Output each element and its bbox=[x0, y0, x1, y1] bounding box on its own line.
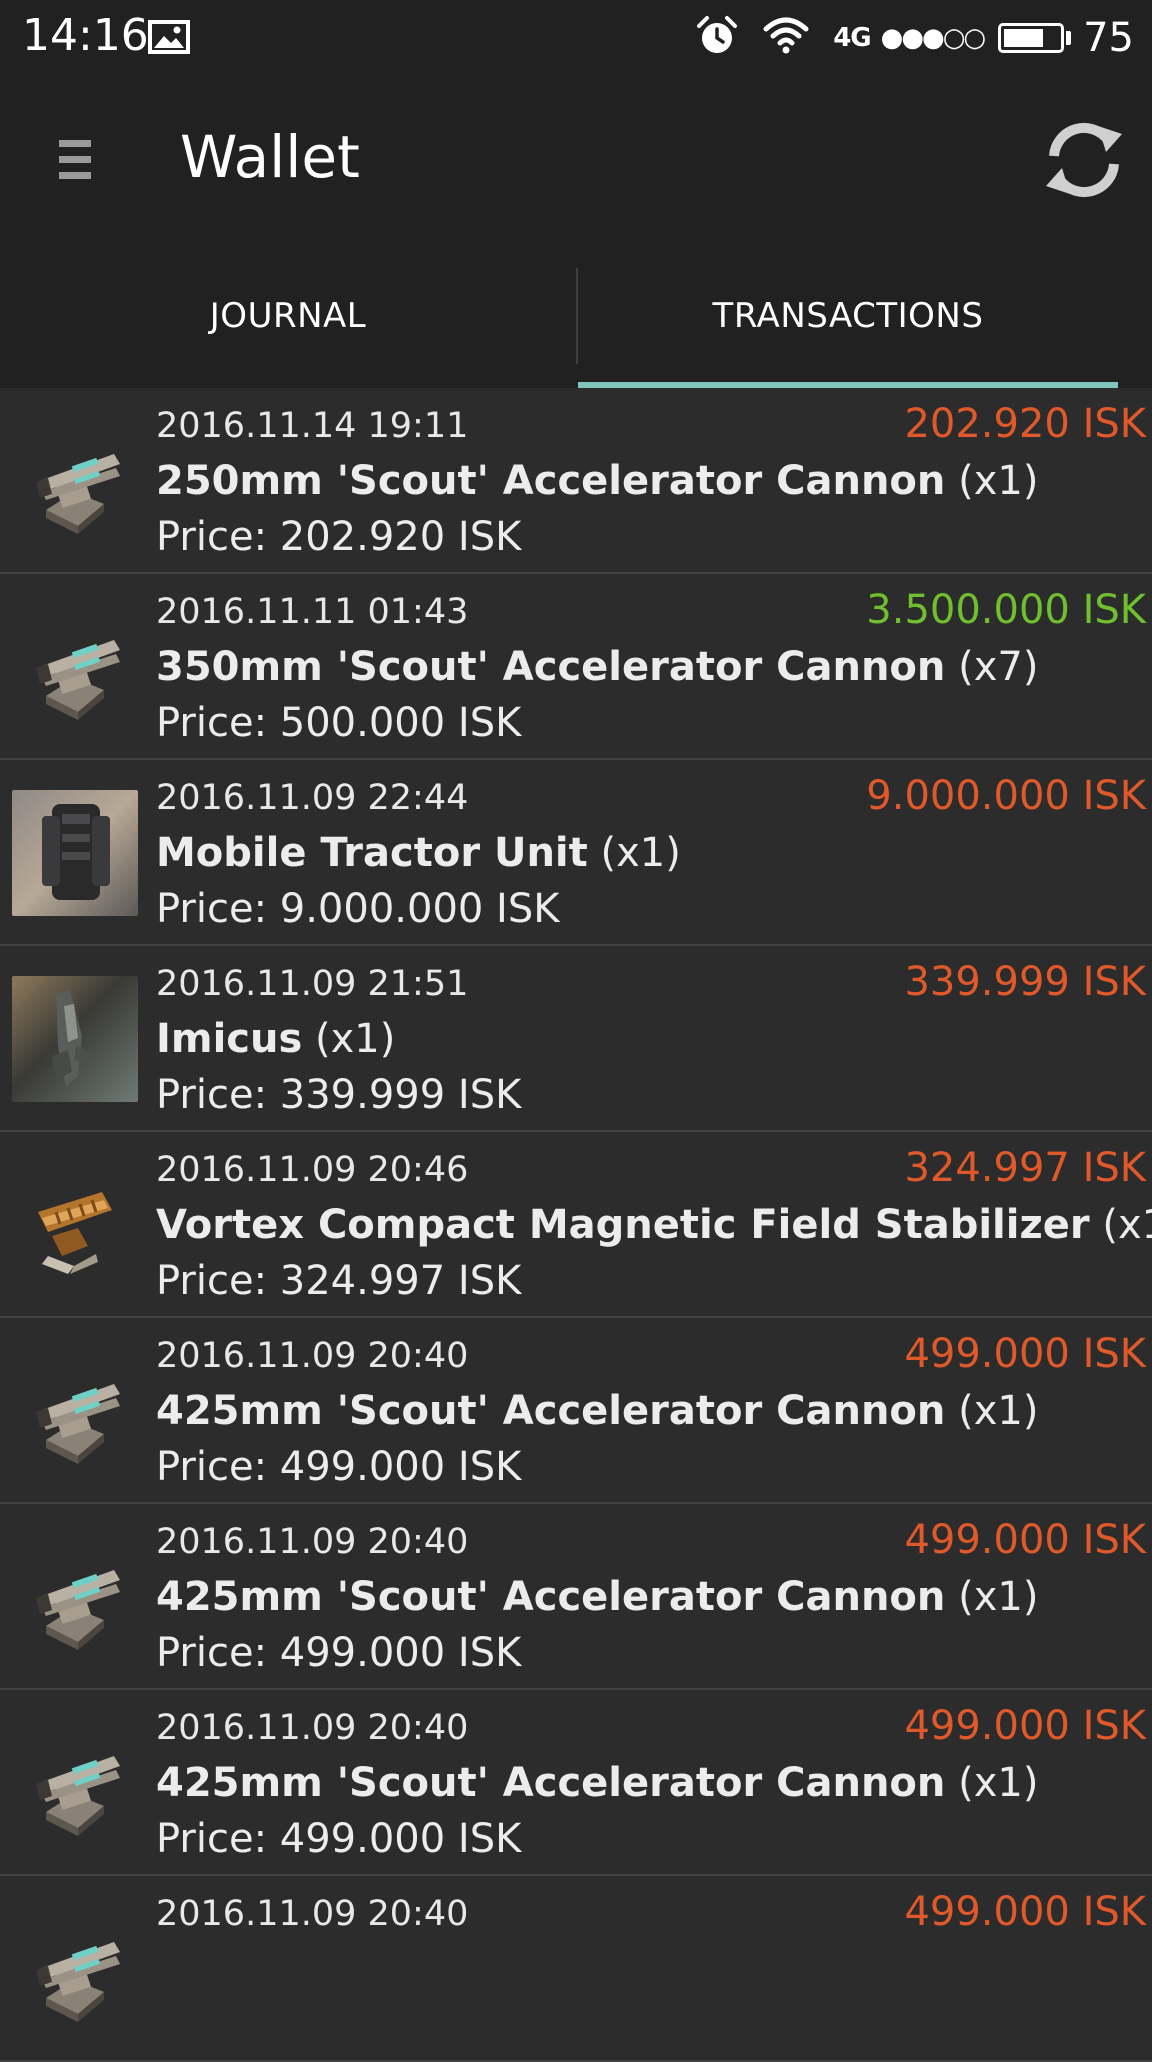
transaction-item: 425mm 'Scout' Accelerator Cannon (x1) bbox=[156, 1572, 1038, 1622]
cannon-turret-icon bbox=[12, 1720, 138, 1846]
transaction-quantity: (x7) bbox=[958, 644, 1039, 690]
transaction-row[interactable]: 2016.11.11 01:43 3.500.000 ISK 350mm 'Scou… bbox=[0, 574, 1152, 760]
transaction-item: Imicus (x1) bbox=[156, 1014, 395, 1064]
status-time: 14:16 bbox=[22, 10, 149, 61]
transaction-amount: 499.000 ISK bbox=[904, 1517, 1146, 1563]
transaction-row[interactable]: 2016.11.09 20:40 499.000 ISK 425mm 'Scout'… bbox=[0, 1690, 1152, 1876]
transaction-row[interactable]: 2016.11.09 20:40 499.000 ISK 425mm 'Scout'… bbox=[0, 1504, 1152, 1690]
transaction-row[interactable]: 2016.11.09 20:40 499.000 ISK 425mm 'Scout'… bbox=[0, 1318, 1152, 1504]
transaction-unit-price: Price: 499.000 ISK bbox=[156, 1816, 522, 1862]
tab-journal[interactable]: JOURNAL bbox=[0, 244, 576, 388]
transaction-amount: 339.999 ISK bbox=[904, 959, 1146, 1005]
hamburger-menu-icon[interactable] bbox=[40, 124, 110, 194]
transaction-quantity: (x1) bbox=[958, 1388, 1039, 1434]
transaction-date: 2016.11.09 20:40 bbox=[156, 1522, 469, 1562]
ship-icon bbox=[12, 976, 138, 1102]
transaction-amount: 499.000 ISK bbox=[904, 1889, 1146, 1935]
cannon-turret-icon bbox=[12, 1348, 138, 1474]
transaction-date: 2016.11.11 01:43 bbox=[156, 592, 469, 632]
status-right-group: 4G ●●●○○ 75 bbox=[695, 10, 1134, 66]
transaction-quantity: (x1) bbox=[315, 1016, 396, 1062]
status-bar: 14:16 4G ●●●○○ 75 bbox=[0, 0, 1152, 76]
transaction-date: 2016.11.09 20:40 bbox=[156, 1708, 469, 1748]
tab-bar: JOURNAL TRANSACTIONS bbox=[0, 244, 1152, 388]
alarm-icon bbox=[695, 14, 739, 62]
transaction-item: 425mm 'Scout' Accelerator Cannon (x1) bbox=[156, 1758, 1038, 1808]
transaction-unit-price: Price: 339.999 ISK bbox=[156, 1072, 522, 1118]
transaction-item-name: Imicus bbox=[156, 1016, 303, 1062]
transaction-quantity: (x1) bbox=[958, 1574, 1039, 1620]
transaction-item: 350mm 'Scout' Accelerator Cannon (x7) bbox=[156, 642, 1038, 692]
signal-strength: ●●●○○ bbox=[880, 23, 986, 53]
mobile-tractor-unit-icon bbox=[12, 790, 138, 916]
transaction-quantity: (x1) bbox=[958, 458, 1039, 504]
transaction-amount: 324.997 ISK bbox=[904, 1145, 1146, 1191]
transaction-row[interactable]: 2016.11.09 22:44 9.000.000 ISK Mobile Trac… bbox=[0, 760, 1152, 946]
transaction-row[interactable]: 2016.11.09 20:46 324.997 ISK Vortex Compac… bbox=[0, 1132, 1152, 1318]
app-bar: Wallet bbox=[0, 76, 1152, 244]
transaction-unit-price: Price: 9.000.000 ISK bbox=[156, 886, 560, 932]
cannon-turret-icon bbox=[12, 1534, 138, 1660]
transaction-quantity: (x1) bbox=[600, 830, 681, 876]
transaction-amount: 9.000.000 ISK bbox=[866, 773, 1146, 819]
transaction-date: 2016.11.09 20:40 bbox=[156, 1894, 469, 1934]
battery-cap bbox=[1066, 31, 1072, 45]
transaction-item: 250mm 'Scout' Accelerator Cannon (x1) bbox=[156, 456, 1038, 506]
transaction-item: Vortex Compact Magnetic Field Stabilizer… bbox=[156, 1200, 1152, 1250]
cannon-turret-icon bbox=[12, 1906, 138, 2032]
transaction-item-name: 425mm 'Scout' Accelerator Cannon bbox=[156, 1760, 946, 1806]
transaction-row[interactable]: 2016.11.09 20:40 499.000 ISK bbox=[0, 1876, 1152, 2062]
transaction-quantity: (x1) bbox=[958, 1760, 1039, 1806]
transaction-unit-price: Price: 324.997 ISK bbox=[156, 1258, 522, 1304]
transaction-date: 2016.11.14 19:11 bbox=[156, 406, 469, 446]
transaction-date: 2016.11.09 22:44 bbox=[156, 778, 469, 818]
transaction-amount: 499.000 ISK bbox=[904, 1331, 1146, 1377]
transaction-item-name: 250mm 'Scout' Accelerator Cannon bbox=[156, 458, 946, 504]
transaction-unit-price: Price: 499.000 ISK bbox=[156, 1630, 522, 1676]
transaction-row[interactable]: 2016.11.09 21:51 339.999 ISK Imicus (x1) Pr… bbox=[0, 946, 1152, 1132]
magnetic-field-stabilizer-icon bbox=[12, 1162, 138, 1288]
transaction-unit-price: Price: 500.000 ISK bbox=[156, 700, 522, 746]
transaction-quantity: (x1) bbox=[1102, 1202, 1152, 1248]
wifi-icon bbox=[763, 17, 809, 59]
battery-fill bbox=[1004, 29, 1044, 47]
transaction-date: 2016.11.09 21:51 bbox=[156, 964, 469, 1004]
transaction-item: Mobile Tractor Unit (x1) bbox=[156, 828, 681, 878]
refresh-icon[interactable] bbox=[1036, 112, 1132, 208]
transaction-unit-price: Price: 202.920 ISK bbox=[156, 514, 522, 560]
transaction-item: 425mm 'Scout' Accelerator Cannon (x1) bbox=[156, 1386, 1038, 1436]
transaction-date: 2016.11.09 20:46 bbox=[156, 1150, 469, 1190]
battery-icon bbox=[998, 23, 1065, 53]
page-title: Wallet bbox=[180, 123, 360, 191]
transaction-unit-price: Price: 499.000 ISK bbox=[156, 1444, 522, 1490]
battery-percent: 75 bbox=[1083, 15, 1134, 61]
transaction-item-name: Vortex Compact Magnetic Field Stabilizer bbox=[156, 1202, 1090, 1248]
transaction-item-name: 350mm 'Scout' Accelerator Cannon bbox=[156, 644, 946, 690]
cannon-turret-icon bbox=[12, 604, 138, 730]
transaction-list: 2016.11.14 19:11 202.920 ISK 250mm 'Scout'… bbox=[0, 388, 1152, 2062]
transaction-date: 2016.11.09 20:40 bbox=[156, 1336, 469, 1376]
gallery-icon bbox=[148, 20, 190, 54]
transaction-amount: 202.920 ISK bbox=[904, 401, 1146, 447]
transaction-amount: 499.000 ISK bbox=[904, 1703, 1146, 1749]
tab-transactions[interactable]: TRANSACTIONS bbox=[578, 244, 1118, 388]
transaction-amount: 3.500.000 ISK bbox=[866, 587, 1146, 633]
cannon-turret-icon bbox=[12, 418, 138, 544]
transaction-item-name: 425mm 'Scout' Accelerator Cannon bbox=[156, 1388, 946, 1434]
transaction-item-name: 425mm 'Scout' Accelerator Cannon bbox=[156, 1574, 946, 1620]
transaction-item-name: Mobile Tractor Unit bbox=[156, 830, 588, 876]
transaction-row[interactable]: 2016.11.14 19:11 202.920 ISK 250mm 'Scout'… bbox=[0, 388, 1152, 574]
network-type: 4G bbox=[833, 23, 871, 53]
